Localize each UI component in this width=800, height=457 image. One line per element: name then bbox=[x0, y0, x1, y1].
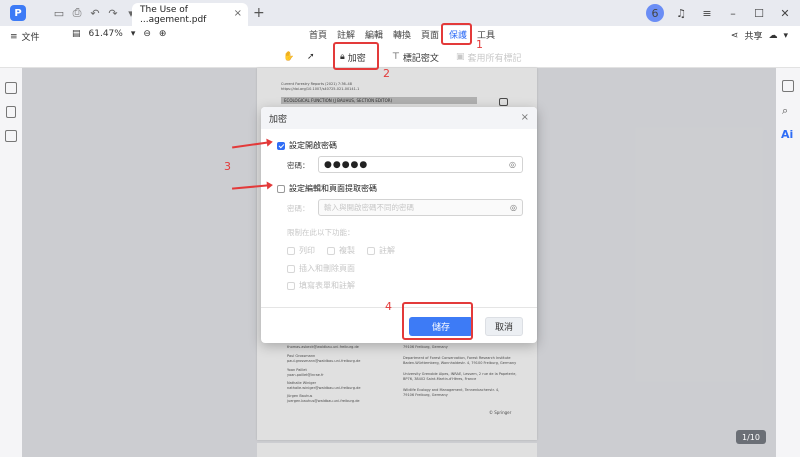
permission-password-label: 設定編輯和頁面提取密碼 bbox=[289, 184, 377, 193]
zoom-control: ▤ 61.47% ▾ ⊖ ⊕ bbox=[72, 29, 166, 39]
permission-placeholder: 輸入與開啟密碼不同的密碼 bbox=[324, 203, 414, 212]
eye-icon[interactable]: ◎ bbox=[509, 160, 517, 169]
fill-form-checkbox[interactable] bbox=[287, 281, 295, 290]
hamburger-icon: ≡ bbox=[10, 31, 18, 42]
search-icon[interactable]: ⌕ bbox=[782, 104, 788, 118]
open-password-label: 設定開啟密碼 bbox=[289, 141, 337, 150]
password-label: 密碼： bbox=[287, 161, 310, 170]
eye-icon[interactable]: ◎ bbox=[510, 203, 517, 212]
open-password-checkbox[interactable] bbox=[277, 141, 285, 150]
bookmark-icon[interactable] bbox=[6, 106, 16, 118]
thumbnail-icon[interactable] bbox=[5, 82, 17, 94]
fill-form-option-label: 填寫表單和註解 bbox=[299, 281, 355, 290]
properties-icon[interactable] bbox=[782, 80, 794, 92]
insert-delete-option[interactable]: 插入和刪除頁面 bbox=[287, 263, 355, 274]
permission-password-checkbox[interactable] bbox=[277, 184, 285, 193]
redact-button[interactable]: ⊤ 標記密文 bbox=[392, 50, 439, 64]
minimize-icon[interactable]: – bbox=[724, 4, 742, 22]
insert-delete-option-label: 插入和刪除頁面 bbox=[299, 264, 355, 273]
protect-toolbar: ✋ ➚ 🔒︎ 加密 ⊤ 標記密文 ▣ 套用所有標記 bbox=[0, 46, 800, 68]
copy-checkbox[interactable] bbox=[327, 246, 335, 255]
permission-password-checkbox-row[interactable]: 設定編輯和頁面提取密碼 bbox=[277, 183, 377, 194]
share-area: ⋖ 共享 ☁ ▾ bbox=[731, 29, 788, 43]
tab-page[interactable]: 頁面 bbox=[416, 28, 444, 44]
print-icon[interactable]: ⎙ bbox=[68, 4, 86, 22]
new-tab-icon[interactable]: + bbox=[253, 5, 265, 21]
apply-icon: ▣ bbox=[456, 52, 465, 62]
highlight-encrypt-button bbox=[333, 42, 379, 70]
left-sidebar bbox=[0, 68, 22, 457]
redact-icon: ⊤ bbox=[392, 52, 400, 62]
tab-home[interactable]: 首頁 bbox=[304, 28, 332, 44]
right-sidebar: ⌕ Ai bbox=[776, 68, 800, 457]
highlight-protect-tab bbox=[441, 23, 472, 45]
fill-form-option[interactable]: 填寫表單和註解 bbox=[287, 280, 355, 291]
document-tab[interactable]: The Use of ...agement.pdf × bbox=[132, 3, 248, 26]
page-view-icon[interactable]: ▤ bbox=[72, 29, 81, 39]
comment-icon[interactable] bbox=[5, 130, 17, 142]
menu-icon[interactable]: ≡ bbox=[698, 4, 716, 22]
permission-password-input[interactable]: 輸入與開啟密碼不同的密碼 ◎ bbox=[318, 199, 523, 216]
folder-icon[interactable]: ▭ bbox=[50, 4, 68, 22]
tab-close-icon[interactable]: × bbox=[234, 8, 242, 19]
undo-icon[interactable]: ↶ bbox=[86, 4, 104, 22]
file-menu[interactable]: ≡ 文件 bbox=[10, 30, 40, 44]
avatar[interactable]: 6 bbox=[646, 4, 664, 22]
permission-label: 密碼： bbox=[287, 204, 310, 213]
password-value: ●●●●● bbox=[324, 159, 369, 170]
highlight-save-button bbox=[402, 302, 473, 340]
page-indicator: 1/10 bbox=[736, 430, 766, 444]
chevron-down-icon[interactable]: ▾ bbox=[783, 31, 788, 41]
restrict-label: 限制在此以下功能： bbox=[287, 228, 355, 237]
step-number-2: 2 bbox=[383, 67, 390, 80]
print-option-label: 列印 bbox=[299, 246, 315, 255]
zoom-value[interactable]: 61.47% bbox=[89, 29, 123, 39]
dialog-title: 加密 bbox=[269, 114, 288, 125]
dialog-header: 加密 × bbox=[261, 107, 537, 129]
redact-label: 標記密文 bbox=[402, 53, 439, 64]
ai-icon[interactable]: Ai bbox=[781, 128, 793, 141]
encrypt-dialog: 加密 × 設定開啟密碼 密碼： ●●●●● ◎ 設定編輯和頁面提取密碼 密碼： … bbox=[261, 107, 537, 343]
tab-title: The Use of ...agement.pdf bbox=[140, 4, 207, 25]
step-number-1: 1 bbox=[476, 38, 483, 51]
dialog-footer: 儲存 取消 bbox=[261, 307, 537, 343]
title-bar: P ▭ ⎙ ↶ ↷ ▾ The Use of ...agement.pdf × … bbox=[0, 0, 800, 26]
insert-delete-checkbox[interactable] bbox=[287, 264, 295, 273]
share-button[interactable]: 共享 bbox=[744, 29, 762, 42]
redo-icon[interactable]: ↷ bbox=[104, 4, 122, 22]
copy-option[interactable]: 複製 bbox=[327, 245, 355, 256]
select-tool-icon[interactable]: ➚ bbox=[307, 50, 315, 64]
print-option[interactable]: 列印 bbox=[287, 245, 315, 256]
share-icon[interactable]: ⋖ bbox=[731, 31, 739, 41]
close-window-icon[interactable]: ✕ bbox=[776, 4, 794, 22]
copy-option-label: 複製 bbox=[339, 246, 355, 255]
step-number-4: 4 bbox=[385, 300, 392, 313]
close-icon[interactable]: × bbox=[521, 112, 529, 123]
main-toolbar: ≡ 文件 ▤ 61.47% ▾ ⊖ ⊕ 首頁 註解 編輯 轉換 頁面 保護 工具… bbox=[0, 26, 800, 46]
apply-label: 套用所有標記 bbox=[467, 53, 522, 64]
cloud-icon[interactable]: ☁ bbox=[768, 31, 777, 41]
bell-icon[interactable]: ♫ bbox=[672, 4, 690, 22]
zoom-in-icon[interactable]: ⊕ bbox=[159, 29, 167, 39]
print-checkbox[interactable] bbox=[287, 246, 295, 255]
open-password-checkbox-row[interactable]: 設定開啟密碼 bbox=[277, 140, 337, 151]
maximize-icon[interactable]: ☐ bbox=[750, 4, 768, 22]
hand-tool-icon[interactable]: ✋ bbox=[283, 50, 294, 64]
app-logo-icon: P bbox=[10, 5, 26, 21]
open-password-input[interactable]: ●●●●● ◎ bbox=[318, 156, 523, 173]
apply-redaction-button[interactable]: ▣ 套用所有標記 bbox=[456, 50, 522, 64]
chevron-down-icon[interactable]: ▾ bbox=[131, 29, 136, 39]
annotate-checkbox[interactable] bbox=[367, 246, 375, 255]
annotate-option[interactable]: 註解 bbox=[367, 245, 395, 256]
step-number-3: 3 bbox=[224, 160, 231, 173]
tab-convert[interactable]: 轉換 bbox=[388, 28, 416, 44]
cancel-button[interactable]: 取消 bbox=[485, 317, 523, 336]
file-label: 文件 bbox=[21, 33, 40, 43]
annotate-option-label: 註解 bbox=[379, 246, 395, 255]
zoom-out-icon[interactable]: ⊖ bbox=[143, 29, 151, 39]
